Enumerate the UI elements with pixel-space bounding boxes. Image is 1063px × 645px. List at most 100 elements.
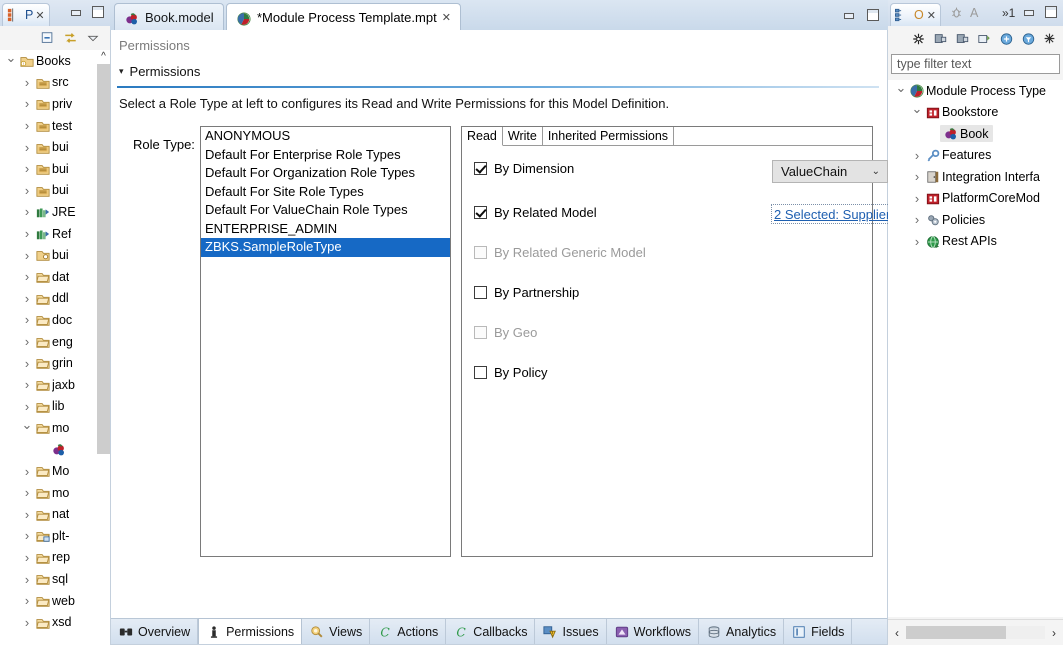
chevron-right-icon[interactable]: [20, 464, 34, 479]
project-tree-item[interactable]: plt-: [0, 525, 110, 547]
chevron-right-icon[interactable]: [20, 550, 34, 565]
close-icon[interactable]: ✕: [35, 9, 44, 22]
scroll-track[interactable]: [906, 626, 1045, 639]
maximize-icon[interactable]: [865, 8, 881, 22]
role-type-list-item[interactable]: ZBKS.SampleRoleType: [201, 238, 450, 257]
maximize-icon[interactable]: [90, 5, 106, 19]
permission-checkbox-row[interactable]: By Related Model: [474, 205, 597, 220]
editor-tab[interactable]: Book.model: [114, 3, 224, 30]
project-tree-item[interactable]: xsd: [0, 611, 110, 633]
project-tree-item[interactable]: lib: [0, 396, 110, 418]
chevron-right-icon[interactable]: [20, 75, 34, 90]
tab-outline[interactable]: O ✕: [890, 3, 941, 26]
form-page-tab[interactable]: Permissions: [198, 618, 303, 644]
collapse-all-icon[interactable]: [40, 31, 56, 45]
chevron-down-icon[interactable]: [910, 104, 924, 120]
close-icon[interactable]: ✕: [927, 9, 936, 22]
close-icon[interactable]: ✕: [442, 11, 451, 24]
project-tree-item[interactable]: Mo: [0, 460, 110, 482]
chevron-right-icon[interactable]: [20, 572, 34, 587]
project-tree-item[interactable]: mo: [0, 417, 110, 439]
permission-checkbox-row[interactable]: By Partnership: [474, 285, 579, 300]
chevron-right-icon[interactable]: [20, 226, 34, 241]
chevron-right-icon[interactable]: [20, 269, 34, 284]
form-page-tab[interactable]: C Callbacks: [446, 619, 536, 644]
chevron-right-icon[interactable]: [910, 234, 924, 249]
form-page-tab[interactable]: Overview: [111, 619, 199, 644]
project-explorer-tree[interactable]: ! Books src priv test bui bui bui JRE Ref bui dat dd…: [0, 50, 110, 645]
project-tree-item[interactable]: bui: [0, 244, 110, 266]
minimize-icon[interactable]: [841, 8, 857, 22]
role-type-list-item[interactable]: Default For Enterprise Role Types: [201, 146, 450, 165]
chevron-right-icon[interactable]: [910, 212, 924, 227]
form-page-tab[interactable]: Workflows: [607, 619, 700, 644]
project-tree-item[interactable]: rep: [0, 547, 110, 569]
scroll-left-icon[interactable]: ‹: [888, 626, 906, 640]
form-page-tab[interactable]: Fields: [784, 619, 853, 644]
chevron-right-icon[interactable]: [20, 312, 34, 327]
minimize-icon[interactable]: [1021, 5, 1037, 19]
outline-tree-item[interactable]: Policies: [888, 209, 1063, 231]
chevron-right-icon[interactable]: [20, 485, 34, 500]
chevron-right-icon[interactable]: [20, 161, 34, 176]
chevron-right-icon[interactable]: [20, 615, 34, 630]
maximize-icon[interactable]: [1043, 5, 1059, 19]
role-type-list[interactable]: ANONYMOUS Default For Enterprise Role Typ…: [200, 126, 451, 557]
menu-icon[interactable]: [1043, 32, 1059, 46]
form-page-tab[interactable]: Analytics: [699, 619, 785, 644]
chevron-right-icon[interactable]: [910, 148, 924, 163]
project-tree-item[interactable]: JRE: [0, 201, 110, 223]
project-tree-item[interactable]: grin: [0, 352, 110, 374]
chevron-right-icon[interactable]: [20, 507, 34, 522]
role-type-list-item[interactable]: ENTERPRISE_ADMIN: [201, 220, 450, 239]
tab-project-explorer[interactable]: P ✕: [2, 3, 50, 26]
project-tree-item[interactable]: jaxb: [0, 374, 110, 396]
project-tree-item[interactable]: eng: [0, 331, 110, 353]
form-page-tab[interactable]: C Actions: [370, 619, 447, 644]
project-tree-item[interactable]: Ref: [0, 223, 110, 245]
collapse-all-icon[interactable]: [911, 32, 927, 46]
chevron-down-icon[interactable]: [894, 83, 908, 99]
chevron-down-icon[interactable]: ▾: [119, 66, 124, 77]
role-type-list-item[interactable]: Default For ValueChain Role Types: [201, 201, 450, 220]
scroll-right-icon[interactable]: ›: [1045, 626, 1063, 640]
outline-tree-item[interactable]: Rest APIs: [888, 231, 1063, 253]
project-tree-item[interactable]: [0, 439, 110, 461]
outline-tree-item[interactable]: Integration Interfa: [888, 166, 1063, 188]
checkbox[interactable]: [474, 286, 487, 299]
filter-icon[interactable]: [1021, 32, 1037, 46]
outline-tree-item[interactable]: Module Process Type: [888, 80, 1063, 102]
role-type-list-item[interactable]: ANONYMOUS: [201, 127, 450, 146]
project-tree-item[interactable]: mo: [0, 482, 110, 504]
project-tree-item[interactable]: priv: [0, 93, 110, 115]
tab-secondary[interactable]: A: [950, 6, 978, 20]
permission-checkbox-row[interactable]: By Dimension: [474, 161, 574, 176]
chevron-right-icon[interactable]: [20, 140, 34, 155]
project-tree-item[interactable]: dat: [0, 266, 110, 288]
outline-tree-item[interactable]: Features: [888, 145, 1063, 167]
hide-fields-icon[interactable]: [933, 32, 949, 46]
project-tree-item[interactable]: sql: [0, 568, 110, 590]
permissions-section-header[interactable]: ▾ Permissions: [119, 64, 200, 79]
role-type-list-item[interactable]: Default For Organization Role Types: [201, 164, 450, 183]
chevron-right-icon[interactable]: [20, 528, 34, 543]
outline-tree-item[interactable]: Bookstore: [888, 102, 1063, 124]
editor-tab[interactable]: *Module Process Template.mpt ✕: [226, 3, 461, 30]
outline-horizontal-scrollbar[interactable]: ‹ ›: [888, 619, 1063, 645]
form-page-tab[interactable]: Views: [302, 619, 371, 644]
outline-tree[interactable]: Module Process Type Bookstore Book Features…: [888, 80, 1063, 617]
project-tree-item[interactable]: bui: [0, 180, 110, 202]
project-tree-item[interactable]: bui: [0, 158, 110, 180]
permission-tab[interactable]: Write: [502, 127, 543, 146]
scroll-up-icon[interactable]: ^: [97, 50, 110, 64]
chevron-right-icon[interactable]: [20, 399, 34, 414]
role-type-list-item[interactable]: Default For Site Role Types: [201, 183, 450, 202]
checkbox[interactable]: [474, 162, 487, 175]
chevron-right-icon[interactable]: [910, 191, 924, 206]
checkbox[interactable]: [474, 206, 487, 219]
outline-selected-item[interactable]: Book: [940, 125, 993, 143]
chevron-down-icon[interactable]: [4, 53, 18, 69]
chevron-right-icon[interactable]: [20, 356, 34, 371]
project-tree-item[interactable]: ! Books: [0, 50, 110, 72]
view-menu-icon[interactable]: [86, 31, 102, 45]
